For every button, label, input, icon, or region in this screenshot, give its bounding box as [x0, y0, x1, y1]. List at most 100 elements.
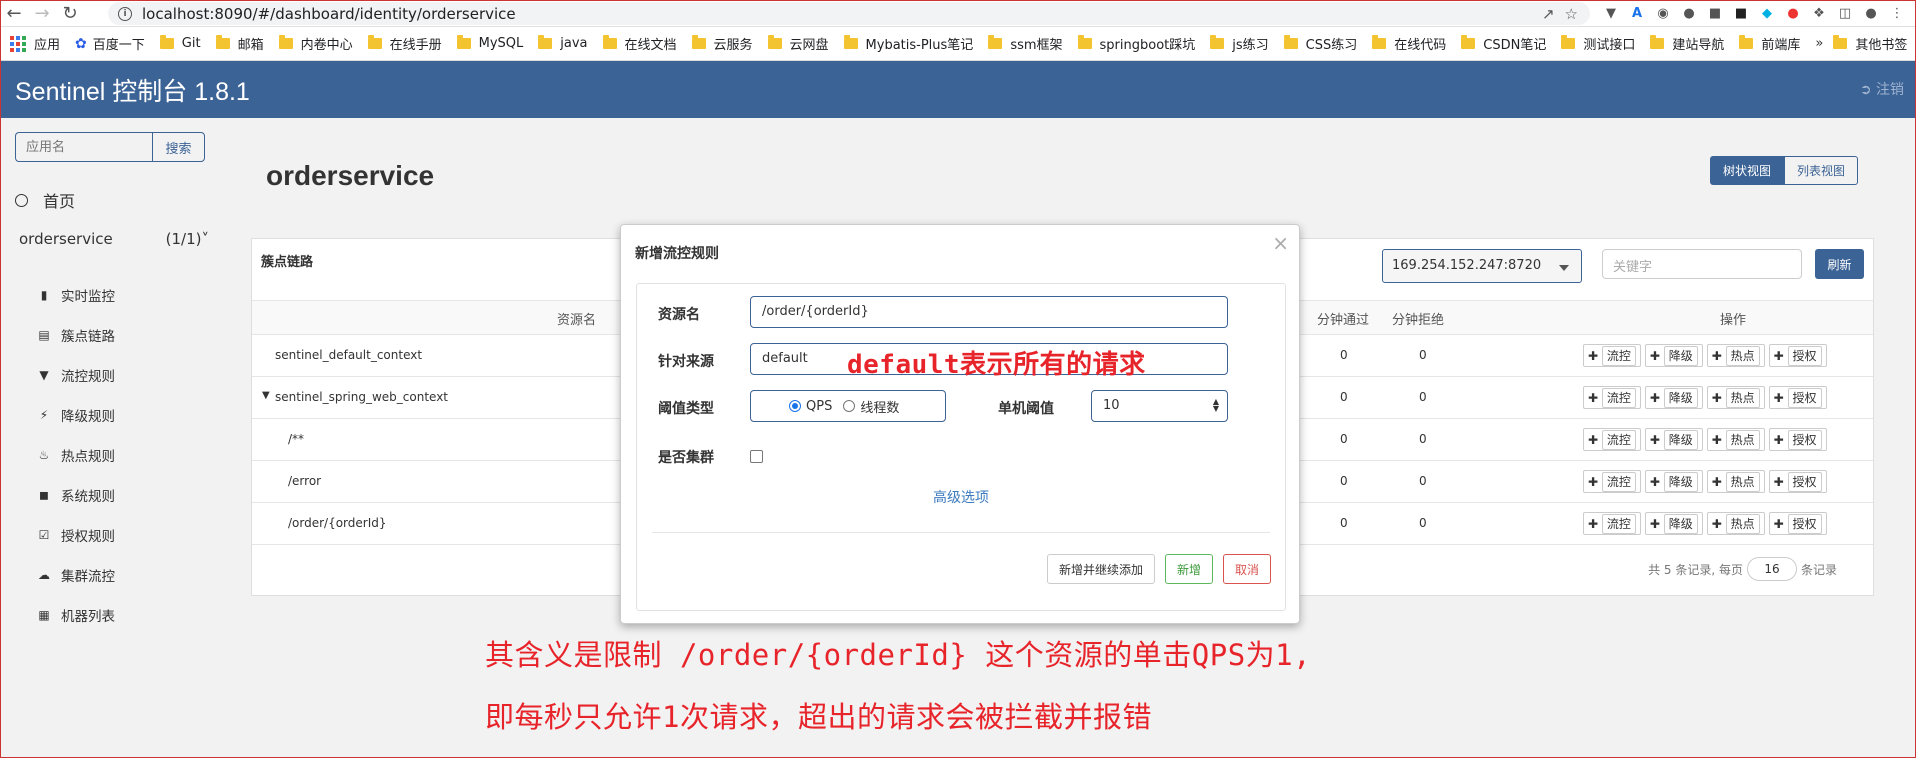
close-icon[interactable]: ×: [1272, 231, 1289, 255]
translate-icon[interactable]: A: [1626, 3, 1648, 25]
bookmark-item[interactable]: 在线文档: [602, 34, 677, 53]
add-button[interactable]: 新增: [1164, 554, 1213, 584]
bookmark-item[interactable]: Git: [159, 35, 201, 51]
annotation-inline: default表示所有的请求: [847, 350, 1146, 380]
bookmark-item[interactable]: MySQL: [456, 35, 523, 51]
resource-field[interactable]: /order/{orderId}: [750, 296, 1228, 328]
row-op-button[interactable]: ✚ 热点: [1706, 512, 1765, 535]
row-op-button[interactable]: ✚ 热点: [1706, 344, 1765, 367]
bookmark-item[interactable]: 云网盘: [767, 34, 829, 53]
app-search-input[interactable]: [15, 132, 152, 162]
caret-down-icon[interactable]: ▼: [262, 390, 270, 401]
extension-icon[interactable]: ◆: [1756, 3, 1778, 25]
bookmark-item[interactable]: 云服务: [691, 34, 753, 53]
row-op-button[interactable]: ✚ 流控: [1583, 344, 1641, 367]
row-op-button[interactable]: ✚ 热点: [1706, 386, 1765, 409]
bookmark-item[interactable]: 邮箱: [215, 34, 264, 53]
row-op-button[interactable]: ✚ 授权: [1768, 512, 1827, 535]
bookmark-item[interactable]: ssm框架: [988, 34, 1063, 53]
sidebar-item[interactable]: ▤ 簇点链路: [37, 315, 115, 355]
other-bookmarks[interactable]: 其他书签: [1833, 34, 1907, 53]
menu-app-orderservice[interactable]: orderservice (1/1)˅: [19, 230, 209, 248]
puzzle-icon[interactable]: ❖: [1808, 3, 1830, 25]
row-op-button[interactable]: ✚ 流控: [1583, 512, 1641, 535]
share-icon[interactable]: ↗: [1542, 5, 1555, 23]
profile-icon[interactable]: ●: [1860, 3, 1882, 25]
extension-icon[interactable]: ◉: [1652, 3, 1674, 25]
bookmark-apps[interactable]: 应用: [10, 34, 60, 53]
add-continue-button[interactable]: 新增并继续添加: [1046, 554, 1155, 584]
spinner-arrows-icon[interactable]: ▲ ▼: [1213, 398, 1219, 413]
sidebar-item[interactable]: ◼ 系统规则: [37, 475, 115, 515]
cluster-checkbox[interactable]: [750, 450, 763, 463]
row-op-button[interactable]: ✚ 热点: [1706, 428, 1765, 451]
forward-icon[interactable]: →: [28, 0, 56, 27]
logout-link[interactable]: ➲ 注销: [1860, 79, 1904, 99]
row-op-button[interactable]: ✚ 流控: [1583, 470, 1641, 493]
search-button[interactable]: 搜索: [152, 132, 205, 162]
row-op-button[interactable]: ✚ 流控: [1583, 428, 1641, 451]
reload-icon[interactable]: ↻: [56, 0, 84, 27]
single-threshold-field[interactable]: 10 ▲ ▼: [1091, 390, 1228, 422]
row-op-button[interactable]: ✚ 降级: [1644, 344, 1703, 367]
row-op-button[interactable]: ✚ 降级: [1644, 386, 1703, 409]
sidebar-item[interactable]: ⚡ 降级规则: [37, 395, 115, 435]
advanced-options-link[interactable]: 高级选项: [637, 487, 1285, 507]
keyword-input[interactable]: 关键字: [1602, 249, 1802, 279]
bookmark-item[interactable]: java: [538, 35, 588, 51]
url-text[interactable]: localhost:8090/#/dashboard/identity/orde…: [142, 5, 516, 23]
bookmark-item[interactable]: 内卷中心: [278, 34, 353, 53]
sidebar-item[interactable]: ▼ 流控规则: [37, 355, 115, 395]
row-op-button[interactable]: ✚ 授权: [1768, 470, 1827, 493]
sidebar-item[interactable]: ☑ 授权规则: [37, 515, 115, 555]
tree-view-button[interactable]: 树状视图: [1709, 156, 1784, 185]
row-op-button[interactable]: ✚ 热点: [1706, 470, 1765, 493]
star-icon[interactable]: ☆: [1565, 5, 1578, 23]
row-op-button[interactable]: ✚ 降级: [1644, 428, 1703, 451]
extension-icon[interactable]: ▼: [1600, 3, 1622, 25]
extension-icon[interactable]: ●: [1782, 3, 1804, 25]
extension-icon[interactable]: ●: [1678, 3, 1700, 25]
info-icon[interactable]: i: [118, 6, 132, 21]
machine-select[interactable]: 169.254.152.247:8720: [1382, 249, 1582, 283]
bookmarks-more[interactable]: »: [1815, 36, 1823, 51]
cloud-icon: ☁: [38, 568, 50, 582]
bookmark-item[interactable]: CSS练习: [1283, 34, 1357, 53]
menu-home[interactable]: 首页: [15, 188, 75, 212]
menu-icon[interactable]: ⋮: [1886, 3, 1908, 25]
flash-icon: ⚡: [39, 408, 49, 422]
bookmark-item[interactable]: 在线手册: [367, 34, 442, 53]
row-op-button[interactable]: ✚ 授权: [1768, 428, 1827, 451]
sidebar-item[interactable]: ▮ 实时监控: [37, 275, 115, 315]
row-op-button[interactable]: ✚ 降级: [1644, 512, 1703, 535]
bookmark-item[interactable]: 测试接口: [1561, 34, 1635, 53]
bookmark-baidu[interactable]: ✿ 百度一下: [75, 34, 145, 54]
extension-icon[interactable]: ■: [1704, 3, 1726, 25]
sidebar-item[interactable]: ♨ 热点规则: [37, 435, 115, 475]
row-op-button[interactable]: ✚ 降级: [1644, 470, 1703, 493]
list-view-button[interactable]: 列表视图: [1783, 156, 1858, 185]
cancel-button[interactable]: 取消: [1222, 554, 1271, 584]
bookmark-item[interactable]: CSDN笔记: [1461, 34, 1546, 53]
bookmark-item[interactable]: js练习: [1210, 34, 1269, 53]
bookmark-item[interactable]: Mybatis-Plus笔记: [843, 34, 973, 53]
qps-radio[interactable]: [789, 400, 801, 412]
sidebar-item[interactable]: ☁ 集群流控: [37, 555, 115, 595]
address-bar[interactable]: i localhost:8090/#/dashboard/identity/or…: [108, 2, 1590, 25]
fire-icon: ♨: [38, 448, 50, 462]
bookmark-item[interactable]: 建站导航: [1650, 34, 1724, 53]
bookmark-item[interactable]: 在线代码: [1372, 34, 1446, 53]
row-op-button[interactable]: ✚ 授权: [1768, 386, 1827, 409]
page-size-input[interactable]: 16: [1746, 557, 1797, 581]
extension-icon[interactable]: ■: [1730, 3, 1752, 25]
lock-icon: ◼: [39, 488, 49, 502]
bookmark-item[interactable]: springboot踩坑: [1077, 34, 1195, 53]
sidebar-item[interactable]: ▦ 机器列表: [37, 595, 115, 635]
bookmark-item[interactable]: 前端库: [1739, 34, 1800, 53]
sidepanel-icon[interactable]: ◫: [1834, 3, 1856, 25]
refresh-button[interactable]: 刷新: [1815, 249, 1864, 279]
row-op-button[interactable]: ✚ 流控: [1583, 386, 1641, 409]
threads-radio[interactable]: [843, 400, 856, 412]
row-op-button[interactable]: ✚ 授权: [1768, 344, 1827, 367]
back-icon[interactable]: ←: [0, 0, 28, 27]
